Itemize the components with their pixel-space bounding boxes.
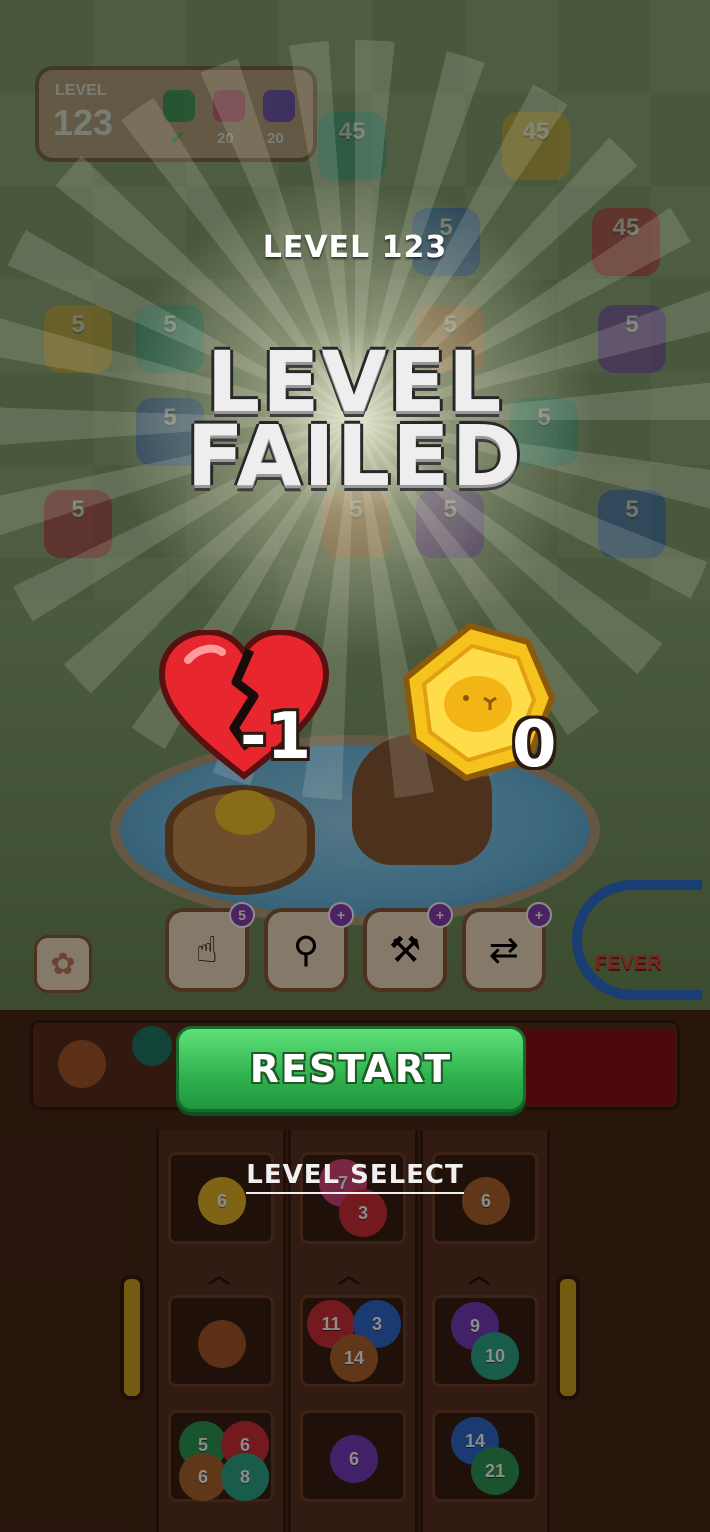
coins-earned: 0 xyxy=(512,708,557,782)
level-select-link[interactable]: LEVEL SELECT xyxy=(0,1160,710,1194)
failed-title-line2: FAILED xyxy=(186,407,524,505)
restart-button[interactable]: RESTART xyxy=(176,1026,526,1112)
level-label: LEVEL 123 xyxy=(262,230,448,265)
hearts-delta: -1 xyxy=(240,700,312,774)
level-select-label[interactable]: LEVEL SELECT xyxy=(246,1160,464,1194)
